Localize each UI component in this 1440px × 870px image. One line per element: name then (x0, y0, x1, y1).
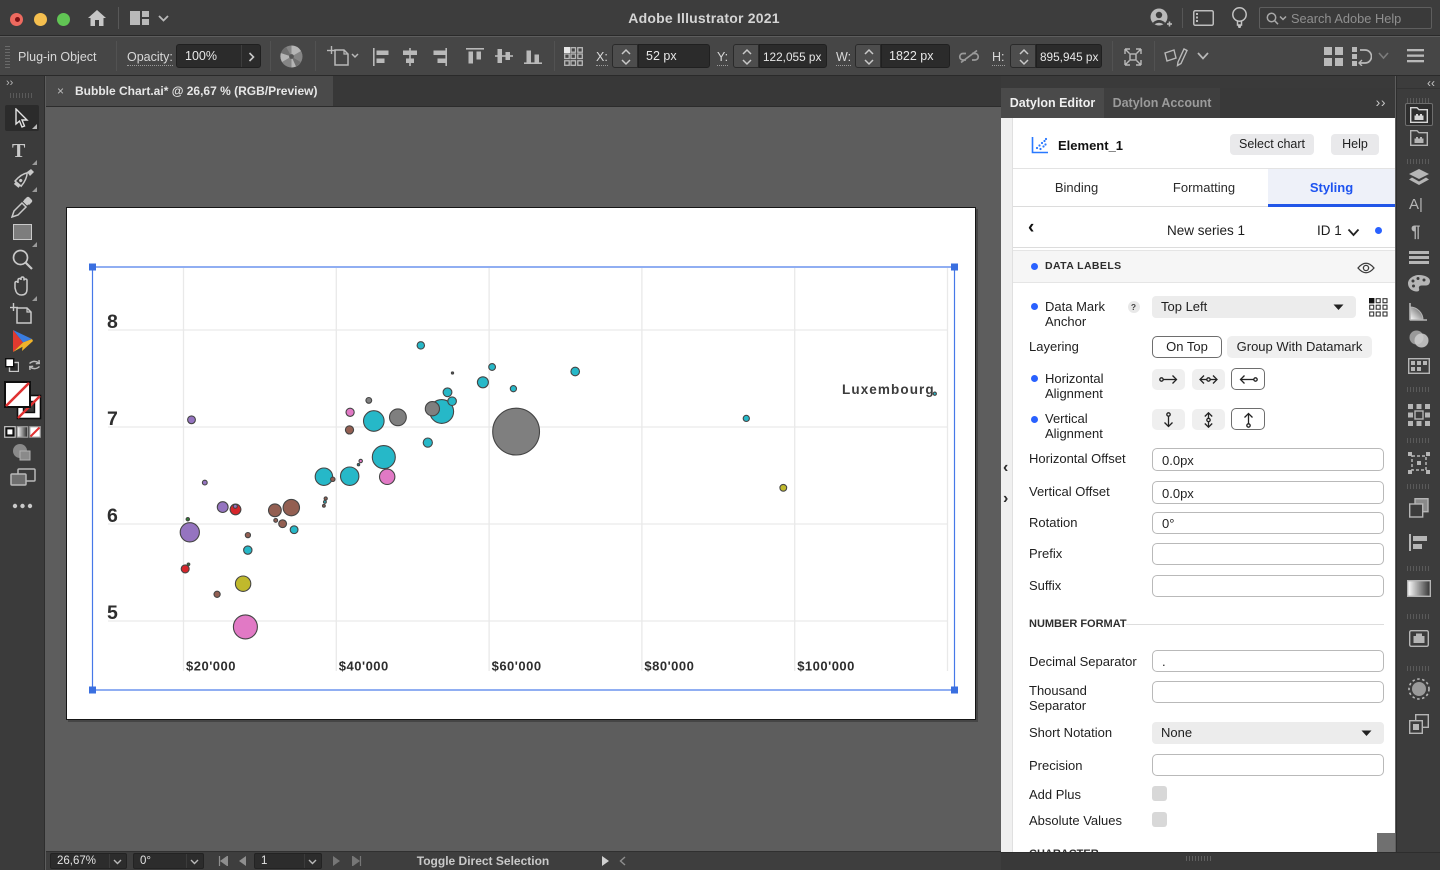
svg-text:$60'000: $60'000 (492, 659, 542, 674)
svg-text:7: 7 (107, 408, 118, 430)
svg-text:6: 6 (107, 505, 118, 527)
svg-text:$40'000: $40'000 (339, 659, 389, 674)
svg-text:$100'000: $100'000 (797, 659, 855, 674)
svg-text:5: 5 (107, 602, 118, 624)
svg-text:$80'000: $80'000 (644, 659, 694, 674)
svg-text:$20'000: $20'000 (186, 659, 236, 674)
svg-text:8: 8 (107, 311, 118, 333)
svg-text:Luxembourg: Luxembourg (842, 382, 935, 397)
